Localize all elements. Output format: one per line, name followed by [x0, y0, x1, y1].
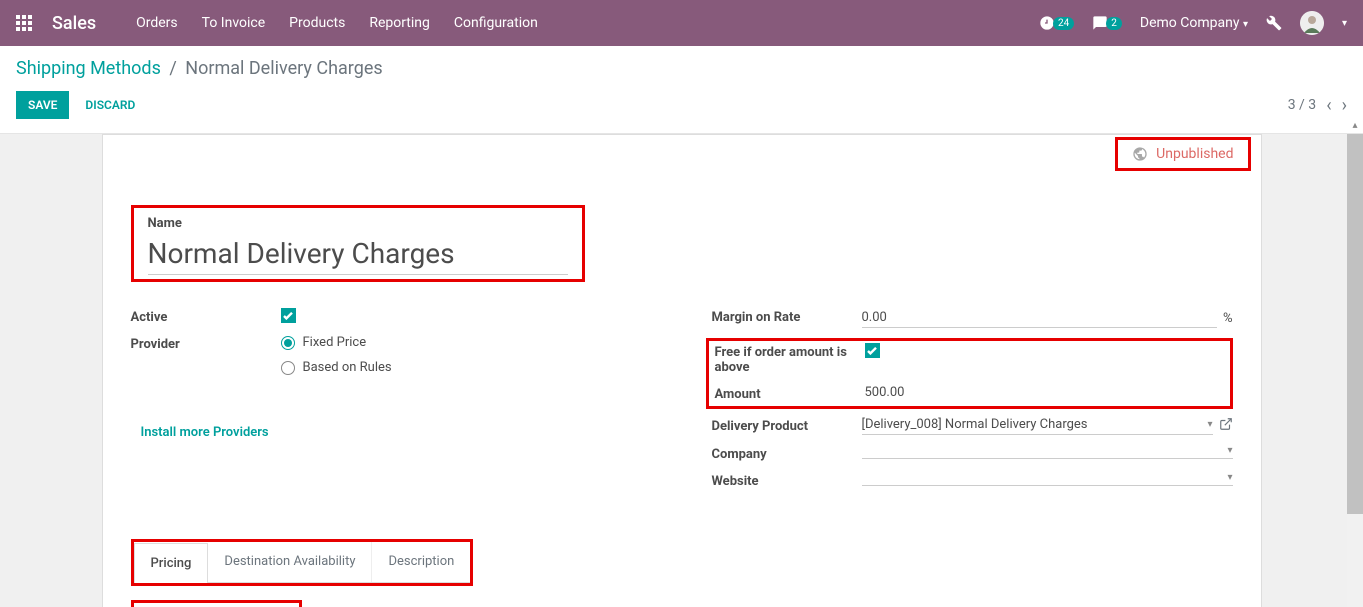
messages-indicator[interactable]: 2: [1092, 15, 1122, 31]
radio-checked-icon: [281, 336, 295, 350]
breadcrumb: Shipping Methods / Normal Delivery Charg…: [16, 58, 1347, 79]
margin-label: Margin on Rate: [712, 308, 862, 325]
percent-label: %: [1223, 311, 1233, 326]
provider-fixed-radio[interactable]: Fixed Price: [281, 335, 652, 350]
name-input[interactable]: [148, 233, 568, 275]
delivery-product-value: [Delivery_008] Normal Delivery Charges: [862, 417, 1202, 432]
user-avatar[interactable]: [1300, 11, 1324, 35]
free-if-label: Free if order amount is above: [715, 343, 865, 375]
breadcrumb-sep: /: [169, 58, 176, 79]
save-button[interactable]: SAVE: [16, 91, 69, 119]
pager: 3 / 3 ‹ ›: [1288, 95, 1347, 116]
radio-unchecked-icon: [281, 361, 295, 375]
provider-rules-radio[interactable]: Based on Rules: [281, 360, 652, 375]
publish-status[interactable]: Unpublished: [1115, 137, 1250, 171]
pager-prev[interactable]: ‹: [1326, 95, 1331, 116]
nav-reporting[interactable]: Reporting: [369, 15, 430, 31]
provider-fixed-label: Fixed Price: [303, 335, 367, 350]
tab-description[interactable]: Description: [372, 542, 470, 582]
message-badge: 2: [1106, 17, 1122, 30]
brand-label[interactable]: Sales: [52, 13, 96, 34]
unpublished-label: Unpublished: [1156, 146, 1233, 162]
tabs: Pricing Destination Availability Descrip…: [134, 542, 471, 583]
pager-next[interactable]: ›: [1342, 95, 1347, 116]
nav-links: Orders To Invoice Products Reporting Con…: [136, 15, 538, 31]
caret-down-icon: ▾: [1207, 419, 1212, 430]
caret-down-icon: ▾: [1227, 472, 1232, 483]
breadcrumb-row: Shipping Methods / Normal Delivery Charg…: [0, 46, 1363, 79]
right-column: Margin on Rate % Free if order amount is…: [712, 308, 1233, 499]
delivery-product-select[interactable]: [Delivery_008] Normal Delivery Charges ▾: [862, 417, 1213, 435]
breadcrumb-parent[interactable]: Shipping Methods: [16, 58, 161, 79]
active-label: Active: [131, 308, 281, 325]
delivery-product-label: Delivery Product: [712, 417, 862, 434]
breadcrumb-current: Normal Delivery Charges: [185, 58, 382, 79]
nav-to-invoice[interactable]: To Invoice: [202, 15, 266, 31]
user-caret-icon[interactable]: ▾: [1342, 18, 1347, 29]
margin-input[interactable]: [862, 308, 1217, 328]
name-block: Name: [131, 205, 585, 282]
free-amount-highlight: Free if order amount is above Amount 500…: [706, 338, 1233, 409]
scroll-thumb[interactable]: [1347, 134, 1363, 514]
website-label: Website: [712, 472, 862, 489]
name-field-label: Name: [148, 216, 568, 231]
nav-right: 24 2 Demo Company ▾ ▾: [1039, 11, 1347, 35]
activity-badge: 24: [1053, 17, 1074, 30]
pager-text: 3 / 3: [1288, 97, 1316, 113]
install-more-link[interactable]: Install more Providers: [141, 425, 269, 440]
nav-orders[interactable]: Orders: [136, 15, 178, 31]
scroll-up-icon[interactable]: ▴: [1347, 116, 1363, 134]
tab-pricing[interactable]: Pricing: [134, 543, 209, 583]
external-link-icon[interactable]: [1219, 417, 1233, 435]
discard-button[interactable]: DISCARD: [85, 98, 135, 112]
amount-value: 500.00: [865, 385, 905, 400]
form-sheet: Unpublished Name Active Provider: [102, 134, 1262, 607]
globe-icon: [1132, 146, 1148, 162]
amount-label: Amount: [715, 385, 865, 402]
debug-icon[interactable]: [1266, 15, 1282, 31]
caret-down-icon: ▾: [1227, 445, 1232, 456]
scrollbar[interactable]: ▴: [1347, 134, 1363, 607]
nav-products[interactable]: Products: [289, 15, 345, 31]
provider-rules-label: Based on Rules: [303, 360, 392, 375]
tab-destination[interactable]: Destination Availability: [208, 542, 372, 582]
company-label: Company: [712, 445, 862, 462]
tabs-highlight: Pricing Destination Availability Descrip…: [131, 539, 474, 586]
company-select[interactable]: ▾: [862, 445, 1233, 459]
website-select[interactable]: ▾: [862, 472, 1233, 486]
company-switcher[interactable]: Demo Company ▾: [1140, 15, 1248, 31]
provider-label: Provider: [131, 335, 281, 352]
fixed-price-highlight: Fixed Price 10.00: [131, 600, 303, 607]
activity-indicator[interactable]: 24: [1039, 15, 1074, 31]
nav-configuration[interactable]: Configuration: [454, 15, 538, 31]
apps-icon[interactable]: [16, 15, 32, 31]
left-column: Active Provider Fixed Price B: [131, 308, 652, 499]
action-row: SAVE DISCARD 3 / 3 ‹ ›: [0, 79, 1363, 134]
free-if-checkbox[interactable]: [865, 343, 880, 358]
active-checkbox[interactable]: [281, 308, 296, 323]
top-nav: Sales Orders To Invoice Products Reporti…: [0, 0, 1363, 46]
